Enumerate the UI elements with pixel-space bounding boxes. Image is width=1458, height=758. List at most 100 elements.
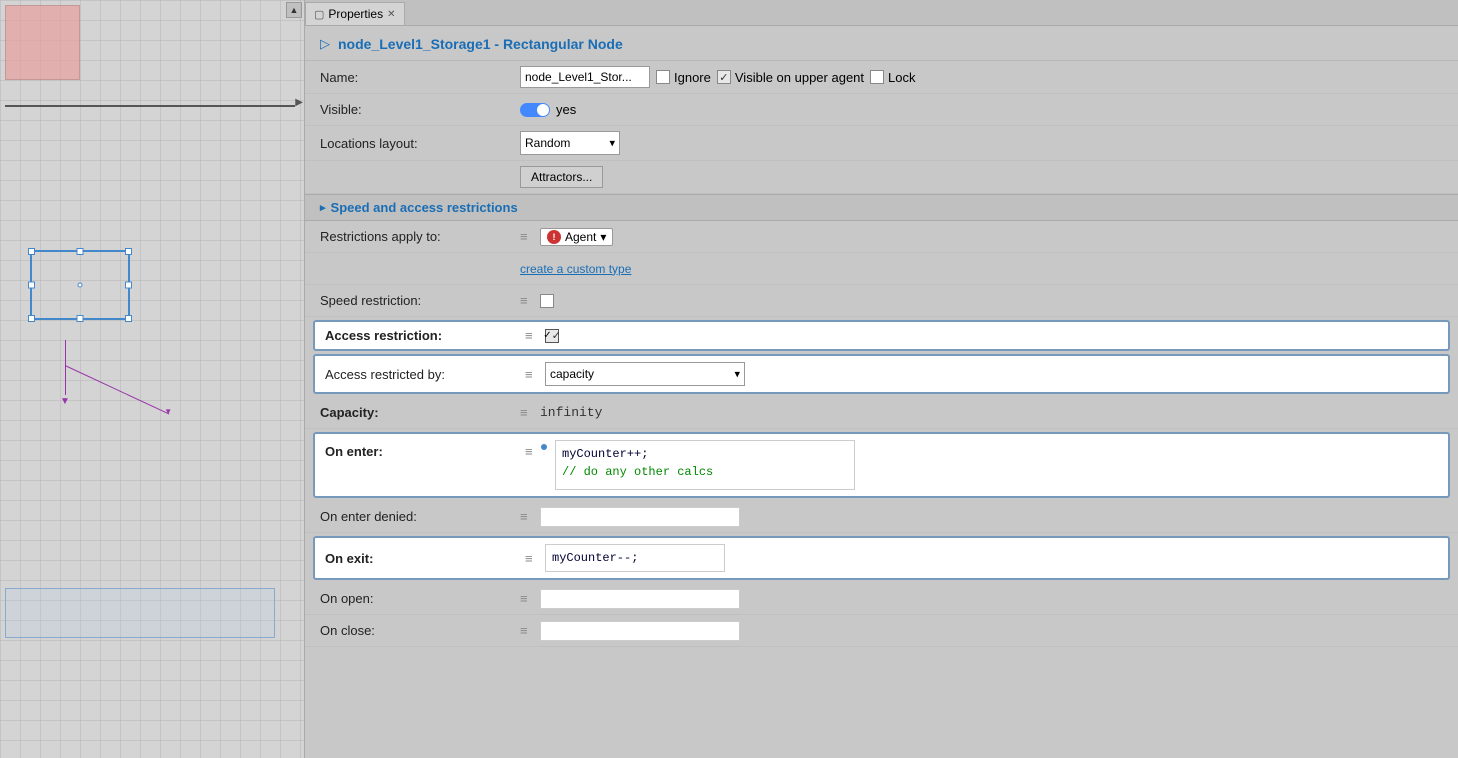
tab-close-button[interactable]: ✕ bbox=[387, 9, 395, 20]
attractors-button[interactable]: Attractors... bbox=[520, 166, 603, 188]
on-enter-code-editor[interactable]: myCounter++; // do any other calcs bbox=[555, 440, 855, 490]
arrow-line bbox=[5, 105, 295, 107]
create-custom-row: create a custom type bbox=[305, 253, 1458, 285]
blue-rect-selection[interactable] bbox=[30, 250, 130, 320]
tab-properties-label: Properties bbox=[328, 7, 383, 21]
speed-section-header: ▸ Speed and access restrictions bbox=[305, 194, 1458, 221]
create-custom-link[interactable]: create a custom type bbox=[520, 262, 631, 276]
on-close-code[interactable] bbox=[540, 621, 740, 641]
name-label: Name: bbox=[320, 70, 520, 85]
title-row: ▷ node_Level1_Storage1 - Rectangular Nod… bbox=[305, 26, 1458, 61]
attractors-row: Attractors... bbox=[305, 161, 1458, 194]
lock-checkbox-container: Lock bbox=[870, 70, 915, 85]
name-row: Name: Ignore Visible on upper agent Lock bbox=[305, 61, 1458, 94]
tab-bar: ▢ Properties ✕ bbox=[305, 0, 1458, 26]
locations-layout-row: Locations layout: Random bbox=[305, 126, 1458, 161]
on-exit-code-editor[interactable]: myCounter--; bbox=[545, 544, 725, 572]
speed-restriction-checkbox[interactable] bbox=[540, 294, 554, 308]
handle-br[interactable] bbox=[125, 315, 132, 322]
access-restricted-by-select-wrapper: capacity probability resource bbox=[545, 362, 745, 386]
ignore-checkbox-container: Ignore bbox=[656, 70, 711, 85]
canvas-grid bbox=[0, 0, 304, 758]
properties-panel: ▢ Properties ✕ ▷ node_Level1_Storage1 - … bbox=[305, 0, 1458, 758]
restrictions-controls: ≡ ! Agent ▾ bbox=[520, 228, 1443, 246]
restrictions-row: Restrictions apply to: ≡ ! Agent ▾ bbox=[305, 221, 1458, 253]
section-arrow-icon: ▸ bbox=[320, 201, 326, 214]
eq-icon-on-enter-denied: ≡ bbox=[520, 509, 534, 524]
handle-ml[interactable] bbox=[28, 282, 35, 289]
on-enter-indicator bbox=[541, 444, 547, 450]
locations-layout-select-wrapper: Random bbox=[520, 131, 620, 155]
on-enter-line2: // do any other calcs bbox=[562, 465, 713, 479]
tab-properties[interactable]: ▢ Properties ✕ bbox=[305, 2, 405, 25]
visible-row: Visible: yes bbox=[305, 94, 1458, 126]
handle-bc[interactable] bbox=[77, 315, 84, 322]
on-open-row: On open: ≡ bbox=[305, 583, 1458, 615]
access-restricted-by-controls: ≡ capacity probability resource bbox=[525, 362, 1438, 386]
ignore-checkbox[interactable] bbox=[656, 70, 670, 84]
lock-label: Lock bbox=[888, 70, 915, 85]
name-controls: Ignore Visible on upper agent Lock bbox=[520, 66, 1443, 88]
speed-restriction-row: Speed restriction: ≡ bbox=[305, 285, 1458, 317]
name-input[interactable] bbox=[520, 66, 650, 88]
access-restriction-checkbox[interactable]: ✓ bbox=[545, 329, 559, 343]
handle-center bbox=[78, 283, 83, 288]
eq-icon-restricted-by: ≡ bbox=[525, 367, 539, 382]
on-exit-inner: On exit: ≡ myCounter--; bbox=[325, 544, 1438, 572]
on-close-label: On close: bbox=[320, 623, 520, 638]
agent-dropdown-arrow: ▾ bbox=[600, 230, 606, 244]
eq-icon-on-enter: ≡ bbox=[525, 444, 539, 459]
on-enter-denied-row: On enter denied: ≡ bbox=[305, 501, 1458, 533]
locations-layout-label: Locations layout: bbox=[320, 136, 520, 151]
eq-icon-capacity: ≡ bbox=[520, 405, 534, 420]
eq-icon-on-open: ≡ bbox=[520, 591, 534, 606]
visible-label: Visible: bbox=[320, 102, 520, 117]
on-enter-row: On enter: ≡ myCounter++; // do any other… bbox=[313, 432, 1450, 498]
pink-rect bbox=[5, 5, 80, 80]
on-enter-inner: On enter: ≡ myCounter++; // do any other… bbox=[325, 440, 1438, 490]
lock-checkbox[interactable] bbox=[870, 70, 884, 84]
locations-layout-controls: Random bbox=[520, 131, 1443, 155]
access-restricted-by-inner: Access restricted by: ≡ capacity probabi… bbox=[325, 362, 1438, 386]
visible-upper-label: Visible on upper agent bbox=[735, 70, 864, 85]
eq-icon-on-close: ≡ bbox=[520, 623, 534, 638]
panel-content: ▷ node_Level1_Storage1 - Rectangular Nod… bbox=[305, 26, 1458, 758]
purple-arrow-vertical bbox=[65, 340, 66, 395]
handle-mr[interactable] bbox=[125, 282, 132, 289]
visible-controls: yes bbox=[520, 102, 1443, 117]
eq-icon-access: ≡ bbox=[525, 328, 539, 343]
capacity-controls: ≡ infinity bbox=[520, 405, 1443, 420]
canvas-panel: ▲ bbox=[0, 0, 305, 758]
locations-layout-select[interactable]: Random bbox=[520, 131, 620, 155]
agent-icon: ! bbox=[547, 230, 561, 244]
on-open-code[interactable] bbox=[540, 589, 740, 609]
on-enter-denied-controls: ≡ bbox=[520, 507, 1443, 527]
handle-tl[interactable] bbox=[28, 248, 35, 255]
speed-restriction-label: Speed restriction: bbox=[320, 293, 520, 308]
access-restriction-row: Access restriction: ≡ ✓ bbox=[313, 320, 1450, 351]
capacity-value: infinity bbox=[540, 405, 602, 420]
on-exit-controls: ≡ myCounter--; bbox=[525, 544, 1438, 572]
on-enter-controls: ≡ myCounter++; // do any other calcs bbox=[525, 440, 1438, 490]
ignore-label: Ignore bbox=[674, 70, 711, 85]
eq-icon-restrictions: ≡ bbox=[520, 229, 534, 244]
access-restricted-by-select[interactable]: capacity probability resource bbox=[545, 362, 745, 386]
handle-bl[interactable] bbox=[28, 315, 35, 322]
on-open-controls: ≡ bbox=[520, 589, 1443, 609]
on-enter-denied-code[interactable] bbox=[540, 507, 740, 527]
visible-upper-checkbox[interactable] bbox=[717, 70, 731, 84]
agent-badge: ! Agent ▾ bbox=[540, 228, 613, 246]
properties-tab-icon: ▢ bbox=[314, 8, 324, 21]
on-enter-denied-label: On enter denied: bbox=[320, 509, 520, 524]
on-enter-grip: ≡ bbox=[525, 440, 549, 459]
on-enter-line1: myCounter++; bbox=[562, 447, 648, 461]
on-close-row: On close: ≡ bbox=[305, 615, 1458, 647]
visible-toggle[interactable] bbox=[520, 103, 550, 117]
speed-restriction-controls: ≡ bbox=[520, 293, 1443, 308]
handle-tr[interactable] bbox=[125, 248, 132, 255]
on-exit-row: On exit: ≡ myCounter--; bbox=[313, 536, 1450, 580]
on-enter-label: On enter: bbox=[325, 440, 525, 459]
on-close-controls: ≡ bbox=[520, 621, 1443, 641]
toggle-knob bbox=[537, 104, 549, 116]
handle-tc[interactable] bbox=[77, 248, 84, 255]
